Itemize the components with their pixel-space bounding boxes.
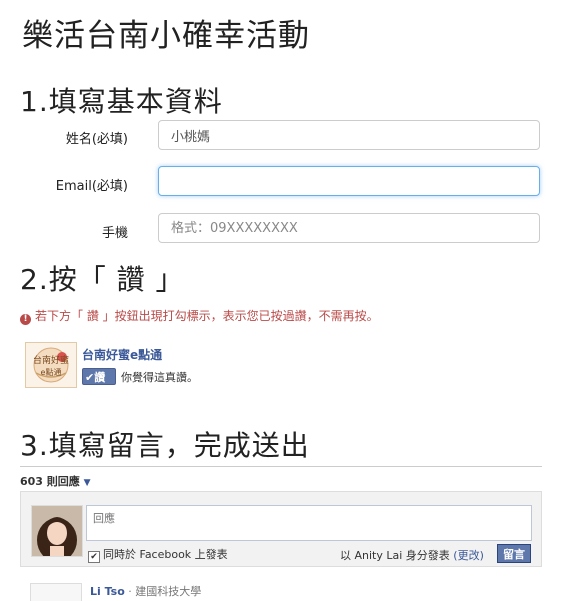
like-warning: ! 若下方「 讚 」按鈕出現打勾標示，表示您已按過讚，不需再按。 xyxy=(20,307,379,325)
avatar-image xyxy=(32,506,82,556)
first-comment-header: Li Tso · 建國科技大學 xyxy=(90,583,201,599)
checkmark-icon: ✔ xyxy=(85,371,95,384)
fan-page-name-link[interactable]: 台南好蜜e點通 xyxy=(82,346,162,363)
name-label: 姓名(必填) xyxy=(65,132,128,147)
commenter-school: · 建國科技大學 xyxy=(128,585,202,598)
post-as-text: 以 Anity Lai 身分發表 xyxy=(340,549,450,562)
like-warning-text: 若下方「 讚 」按鈕出現打勾標示，表示您已按過讚，不需再按。 xyxy=(35,309,379,323)
like-status-text: 你覺得這真讚。 xyxy=(121,371,198,384)
step1-heading: 1.填寫基本資料 xyxy=(20,85,223,118)
fan-page-logo-art: 台南好蜜 e點通 xyxy=(33,347,69,383)
post-comment-button[interactable]: 留言 xyxy=(497,544,531,563)
comment-input[interactable] xyxy=(86,505,532,541)
caret-down-icon: ▼ xyxy=(83,478,91,488)
name-input[interactable] xyxy=(158,120,540,150)
comments-divider xyxy=(20,466,542,467)
step3-heading: 3.填寫留言，完成送出 xyxy=(20,429,310,462)
email-input[interactable] xyxy=(158,166,540,196)
avatar xyxy=(31,505,83,557)
step2-heading: 2.按「 讚 」 xyxy=(20,263,185,296)
like-button[interactable]: ✔讚 xyxy=(82,368,116,385)
like-button-label: 讚 xyxy=(94,371,106,384)
email-label: Email(必填) xyxy=(55,179,128,194)
post-as-info: 以 Anity Lai 身分發表 (更改) xyxy=(340,547,484,563)
also-post-facebook[interactable]: ✔ 同時於 Facebook 上發表 xyxy=(88,546,228,563)
fan-page-logo[interactable]: 台南好蜜 e點通 xyxy=(25,342,77,388)
checkbox-checked-icon[interactable]: ✔ xyxy=(88,551,100,563)
phone-input[interactable] xyxy=(158,213,540,243)
also-post-label: 同時於 Facebook 上發表 xyxy=(103,548,228,561)
comment-count-text: 603 則回應 xyxy=(20,475,80,488)
change-identity-link[interactable]: (更改) xyxy=(453,549,484,562)
commenter-name[interactable]: Li Tso xyxy=(90,585,125,598)
logo-text-bottom: e點通 xyxy=(41,367,62,377)
phone-label: 手機 xyxy=(101,226,128,241)
exclamation-icon: ! xyxy=(20,314,31,325)
comment-count[interactable]: 603 則回應 ▼ xyxy=(20,473,91,489)
logo-text-top: 台南好蜜 xyxy=(33,354,69,366)
commenter-avatar[interactable] xyxy=(30,583,82,601)
page-title: 樂活台南小確幸活動 xyxy=(22,18,310,54)
